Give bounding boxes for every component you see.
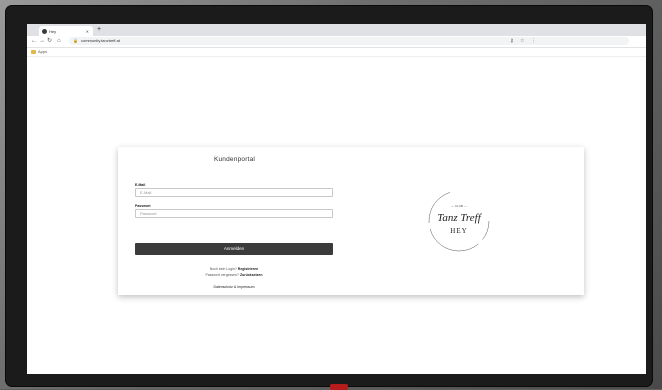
register-link[interactable]: Registrieren: [238, 267, 258, 271]
key-icon[interactable]: ⚷: [510, 37, 514, 46]
star-icon[interactable]: ☆: [520, 37, 524, 46]
tanztreff-logo: — CLUB — Tanz Treff HEY: [428, 190, 490, 252]
forgot-link[interactable]: Zurücksetzen: [240, 273, 263, 277]
lock-icon: 🔒: [73, 38, 78, 43]
address-bar: ← → ↻ ⌂ community.tanztreff.at 🔒 ⚷ ☆ ⋮: [27, 36, 646, 48]
monitor-bezel: Hey ✕ + ← → ↻ ⌂ community.tanztreff.at 🔒…: [6, 6, 652, 390]
email-field[interactable]: E-Mail: [135, 188, 333, 197]
favicon-icon: [42, 28, 47, 34]
page-title: Kundenportal: [213, 156, 256, 163]
logo-sub-text: HEY: [450, 227, 467, 235]
register-prefix: Noch kein Login?: [209, 267, 237, 271]
bookmark-label: Apps: [38, 49, 48, 54]
reload-icon[interactable]: ↻: [47, 37, 52, 46]
bookmarks-bar: Apps: [27, 48, 646, 57]
register-line: Noch kein Login? Registrieren: [135, 267, 333, 271]
privacy-link[interactable]: Datenschutz & Impressum: [135, 285, 333, 289]
bookmark-apps[interactable]: Apps: [31, 49, 47, 54]
url-input[interactable]: community.tanztreff.at: [69, 37, 629, 45]
password-label: Passwort: [135, 204, 151, 208]
email-label: E-Mail: [135, 183, 146, 187]
tab-bar: Hey ✕ +: [27, 24, 646, 36]
url-text: community.tanztreff.at: [81, 38, 120, 43]
forward-icon[interactable]: →: [39, 37, 45, 46]
login-card: Kundenportal E-Mail E-Mail Passwort Pass…: [118, 147, 584, 295]
power-led: [330, 384, 348, 390]
plus-icon[interactable]: +: [97, 25, 101, 35]
logo-small-text: — CLUB —: [451, 204, 467, 208]
tab-title: Hey: [49, 28, 57, 34]
password-field[interactable]: Passwort: [135, 209, 333, 218]
forgot-line: Passwort vergessen? Zurücksetzen: [135, 273, 333, 277]
forgot-prefix: Passwort vergessen?: [205, 273, 239, 277]
logo-script-text: Tanz Treff: [437, 212, 482, 224]
login-button[interactable]: Anmelden: [135, 243, 333, 255]
back-icon[interactable]: ←: [31, 37, 37, 46]
apps-icon: [31, 49, 36, 54]
home-icon[interactable]: ⌂: [57, 37, 61, 46]
close-icon[interactable]: ✕: [86, 29, 89, 34]
browser-tab[interactable]: Hey ✕: [39, 26, 93, 36]
browser-window: Hey ✕ + ← → ↻ ⌂ community.tanztreff.at 🔒…: [27, 24, 646, 374]
menu-icon[interactable]: ⋮: [531, 37, 536, 46]
